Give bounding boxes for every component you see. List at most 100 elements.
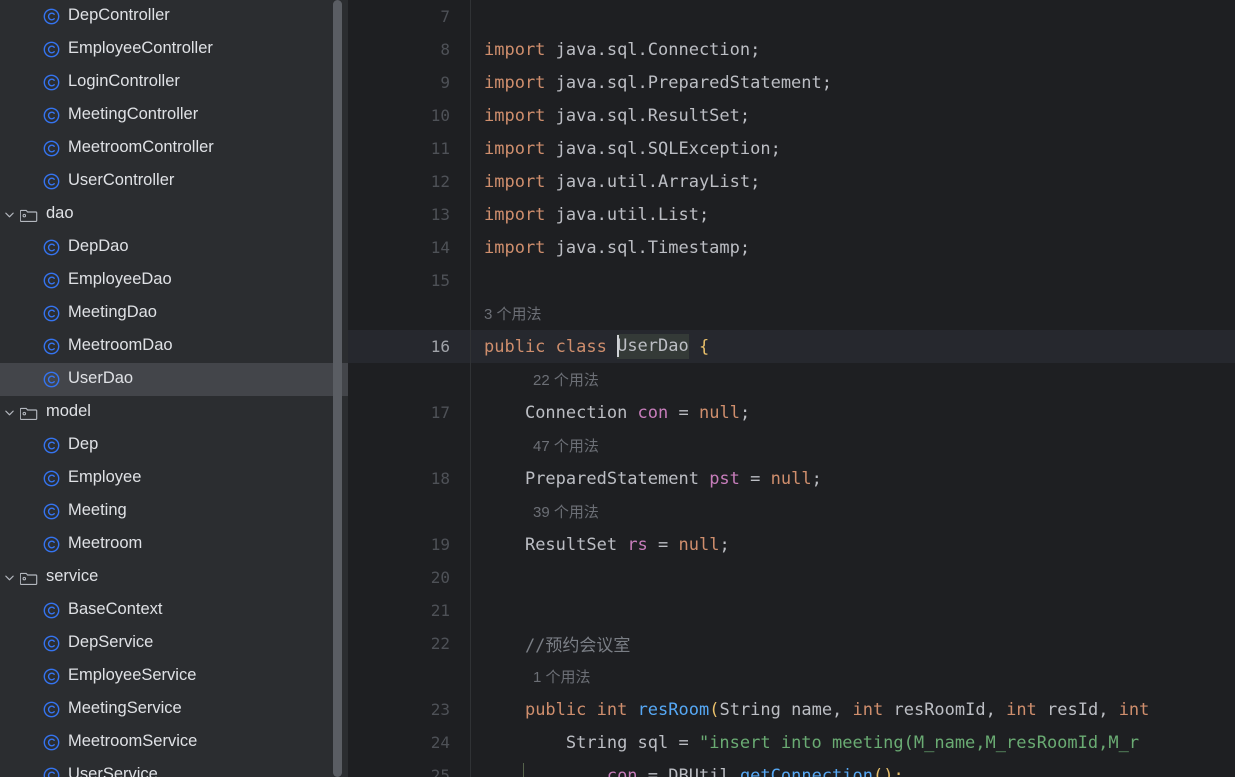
line-number: 17 <box>430 403 450 422</box>
folder-icon <box>18 561 40 594</box>
tree-item-meetroomcontroller[interactable]: MeetroomController <box>0 132 348 165</box>
code-line[interactable]: 21 <box>348 594 1235 627</box>
code-line[interactable]: 22 //预约会议室 <box>348 627 1235 660</box>
code-line[interactable]: 11 import java.sql.SQLException; <box>348 132 1235 165</box>
tree-item-dao[interactable]: dao <box>0 198 348 231</box>
tree-item-label: model <box>46 402 91 421</box>
usage-hint-text: 22 个用法 <box>533 372 599 389</box>
tree-item-usercontroller[interactable]: UserController <box>0 165 348 198</box>
tree-item-label: MeetingDao <box>68 303 157 322</box>
code-line[interactable]: 18 PreparedStatement pst = null; <box>348 462 1235 495</box>
usage-hint-line[interactable]: 47 个用法 <box>348 429 1235 462</box>
code-line[interactable]: 8 import java.sql.Connection; <box>348 33 1235 66</box>
code-editor[interactable]: 7 8 import java.sql.Connection; 9 import jav… <box>348 0 1235 777</box>
project-tree[interactable]: DepController EmployeeController LoginCont… <box>0 0 348 777</box>
code-line[interactable]: 25 con = DBUtil. getConnection (); <box>348 759 1235 777</box>
folder-icon <box>18 198 40 231</box>
line-number <box>348 429 470 462</box>
code-line[interactable]: 14 import java.sql.Timestamp; <box>348 231 1235 264</box>
tree-item-model[interactable]: model <box>0 396 348 429</box>
code-line[interactable]: 19 ResultSet rs = null; <box>348 528 1235 561</box>
tree-item-label: LoginController <box>68 72 180 91</box>
line-number: 9 <box>440 73 450 92</box>
tree-item-meetroom[interactable]: Meetroom <box>0 528 348 561</box>
line-number: 24 <box>430 733 450 752</box>
code-line[interactable]: 23 public int resRoom(String name, int r… <box>348 693 1235 726</box>
tree-item-meeting[interactable]: Meeting <box>0 495 348 528</box>
tree-item-label: MeetroomService <box>68 732 198 751</box>
tree-item-employeecontroller[interactable]: EmployeeController <box>0 33 348 66</box>
line-number: 18 <box>430 469 450 488</box>
tree-item-basecontext[interactable]: BaseContext <box>0 594 348 627</box>
usage-hint-line[interactable]: 22 个用法 <box>348 363 1235 396</box>
tree-item-meetingdao[interactable]: MeetingDao <box>0 297 348 330</box>
tree-item-depservice[interactable]: DepService <box>0 627 348 660</box>
chevron-down-icon[interactable] <box>0 396 18 429</box>
project-tree-panel[interactable]: DepController EmployeeController LoginCont… <box>0 0 348 777</box>
tree-item-employeeservice[interactable]: EmployeeService <box>0 660 348 693</box>
class-icon <box>40 495 62 528</box>
code-line[interactable]: 9 import java.sql.PreparedStatement; <box>348 66 1235 99</box>
tree-item-employee[interactable]: Employee <box>0 462 348 495</box>
usage-hint-line[interactable]: 3 个用法 <box>348 297 1235 330</box>
tree-item-depdao[interactable]: DepDao <box>0 231 348 264</box>
code-line[interactable]: 24 String sql = "insert into meeting(M_n… <box>348 726 1235 759</box>
code-line[interactable]: 13 import java.util.List; <box>348 198 1235 231</box>
tree-item-label: UserController <box>68 171 175 190</box>
usage-hint-line[interactable]: 1 个用法 <box>348 660 1235 693</box>
tree-item-meetingcontroller[interactable]: MeetingController <box>0 99 348 132</box>
usage-hint-line[interactable]: 39 个用法 <box>348 495 1235 528</box>
tree-item-meetroomservice[interactable]: MeetroomService <box>0 726 348 759</box>
tree-item-label: BaseContext <box>68 600 163 619</box>
code-text: import java.sql.SQLException; <box>484 138 781 159</box>
code-text: import java.sql.ResultSet; <box>484 105 751 126</box>
code-text: PreparedStatement pst = null; <box>524 468 822 489</box>
tree-item-userdao[interactable]: UserDao <box>0 363 348 396</box>
code-line[interactable]: 15 <box>348 264 1235 297</box>
code-line[interactable]: 16 public class UserDao { <box>348 330 1235 363</box>
usage-hint-text: 3 个用法 <box>484 306 542 323</box>
code-line[interactable]: 10 import java.sql.ResultSet; <box>348 99 1235 132</box>
tree-item-service[interactable]: service <box>0 561 348 594</box>
line-number: 7 <box>440 7 450 26</box>
line-number: 15 <box>430 271 450 290</box>
class-icon <box>40 627 62 660</box>
tree-item-logincontroller[interactable]: LoginController <box>0 66 348 99</box>
tree-item-label: MeetingController <box>68 105 199 124</box>
tree-item-depcontroller[interactable]: DepController <box>0 0 348 33</box>
class-icon <box>40 660 62 693</box>
chevron-down-icon[interactable] <box>0 561 18 594</box>
tree-item-meetingservice[interactable]: MeetingService <box>0 693 348 726</box>
line-number <box>348 297 470 330</box>
class-icon <box>40 264 62 297</box>
tree-item-dep[interactable]: Dep <box>0 429 348 462</box>
line-number <box>348 495 470 528</box>
code-line[interactable]: 20 <box>348 561 1235 594</box>
code-line[interactable]: 17 Connection con = null; <box>348 396 1235 429</box>
tree-item-label: EmployeeDao <box>68 270 172 289</box>
class-icon <box>40 429 62 462</box>
tree-item-employeedao[interactable]: EmployeeDao <box>0 264 348 297</box>
line-number: 16 <box>430 337 450 356</box>
class-icon <box>40 33 62 66</box>
line-number: 10 <box>430 106 450 125</box>
tree-item-label: Meetroom <box>68 534 143 553</box>
sidebar-vertical-scrollbar[interactable] <box>333 0 342 777</box>
class-icon <box>40 363 62 396</box>
class-icon <box>40 594 62 627</box>
code-content[interactable]: 7 8 import java.sql.Connection; 9 import jav… <box>348 0 1235 777</box>
tree-item-userservice[interactable]: UserService <box>0 759 348 777</box>
code-text: import java.util.ArrayList; <box>484 171 761 192</box>
code-text: import java.sql.Timestamp; <box>484 237 751 258</box>
chevron-down-icon[interactable] <box>0 198 18 231</box>
class-icon <box>40 297 62 330</box>
line-number: 13 <box>430 205 450 224</box>
line-number <box>348 660 470 693</box>
code-text: import java.sql.Connection; <box>484 39 761 60</box>
tree-item-meetroomdao[interactable]: MeetroomDao <box>0 330 348 363</box>
code-line[interactable]: 12 import java.util.ArrayList; <box>348 165 1235 198</box>
code-text: String sql = "insert into meeting(M_name… <box>565 732 1140 753</box>
code-line[interactable]: 7 <box>348 0 1235 33</box>
code-text: import java.sql.PreparedStatement; <box>484 72 832 93</box>
tree-item-label: MeetingService <box>68 699 182 718</box>
